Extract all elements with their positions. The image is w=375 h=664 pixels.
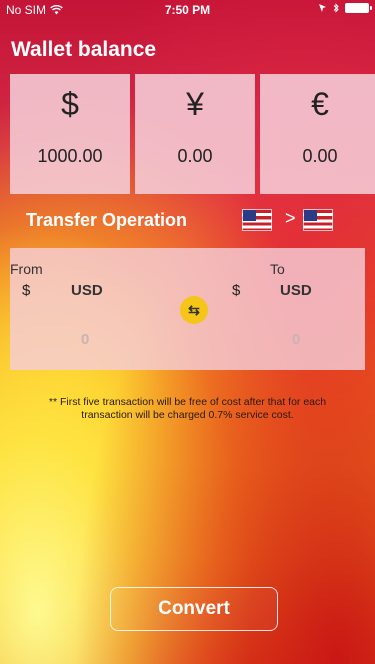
yen-symbol: ¥: [186, 86, 204, 122]
from-currency-selector[interactable]: USD: [71, 282, 103, 299]
bluetooth-icon: [333, 3, 339, 13]
wallet-balances: $ 1000.00 ¥ 0.00 € 0.00: [10, 74, 375, 194]
euro-symbol: €: [311, 86, 329, 122]
from-currency-symbol: $: [22, 282, 31, 299]
fee-notice: ** First five transaction will be free o…: [48, 396, 327, 421]
to-currency-symbol: $: [232, 282, 241, 299]
euro-balance: 0.00: [302, 146, 338, 166]
transfer-title: Transfer Operation: [26, 210, 188, 230]
yen-balance: 0.00: [177, 146, 213, 166]
convert-button-label: Convert: [158, 598, 230, 619]
status-right: [318, 3, 372, 13]
wallet-title: Wallet balance: [11, 38, 157, 61]
from-amount-input[interactable]: 0: [81, 331, 89, 348]
transfer-header: Transfer Operation >: [10, 200, 365, 240]
dollar-symbol: $: [61, 86, 79, 122]
to-us-flag-icon[interactable]: [303, 209, 333, 231]
wallet-card-euro[interactable]: € 0.00: [260, 74, 375, 194]
to-amount-input[interactable]: 0: [292, 331, 300, 348]
swap-arrows-icon: ⇆: [188, 301, 200, 318]
from-label: From: [10, 261, 43, 277]
usd-balance: 1000.00: [37, 146, 103, 166]
location-icon: [319, 4, 326, 12]
to-currency-selector[interactable]: USD: [280, 282, 312, 299]
exchange-panel: From $ USD 0 ⇆ To $ USD 0: [10, 248, 365, 370]
to-label: To: [270, 261, 285, 277]
from-us-flag-icon[interactable]: [242, 209, 272, 231]
swap-currencies-button[interactable]: ⇆: [180, 296, 208, 324]
status-bar: No SIM 7:50 PM: [0, 0, 375, 20]
convert-button[interactable]: Convert: [110, 587, 278, 631]
wallet-card-yen[interactable]: ¥ 0.00: [135, 74, 255, 194]
wallet-card-usd[interactable]: $ 1000.00: [10, 74, 130, 194]
battery-icon: [345, 3, 372, 13]
flag-separator: >: [285, 208, 296, 228]
